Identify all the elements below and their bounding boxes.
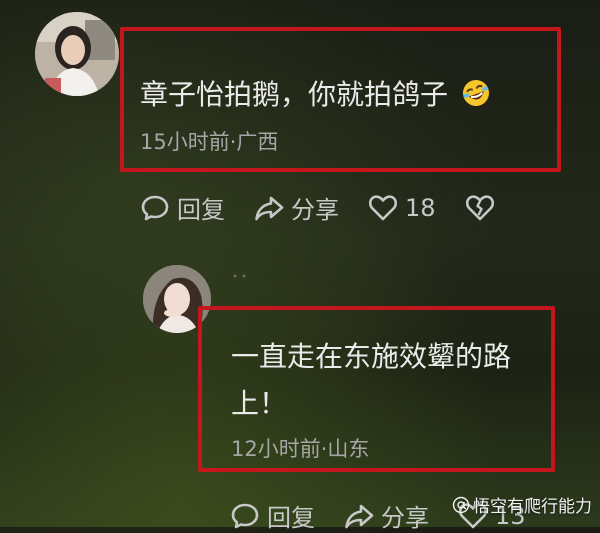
comment-actions: 回复 分享 18 — [139, 190, 524, 225]
comment-content: 章子怡拍鹅，你就拍鸽子 — [140, 78, 449, 111]
share-button[interactable]: 分享 — [253, 190, 339, 225]
like-count: 18 — [405, 193, 436, 222]
comment-text: 一直走在东施效颦的路上！ — [231, 340, 512, 420]
rofl-emoji-icon — [462, 80, 489, 106]
share-label: 分享 — [291, 196, 339, 224]
decoration-dots — [233, 274, 246, 278]
commenter-avatar[interactable] — [35, 12, 119, 96]
broken-heart-icon — [465, 194, 494, 220]
comment-text: 章子怡拍鹅，你就拍鸽子 — [140, 76, 491, 114]
heart-icon — [368, 194, 398, 220]
share-button[interactable]: 分享 — [343, 498, 429, 533]
watermark: 悟空有爬行能力 — [452, 492, 592, 517]
comment-meta: 12小时前·山东 — [231, 437, 370, 461]
reply-button[interactable]: 回复 — [229, 498, 315, 533]
speech-bubble-icon — [141, 195, 169, 220]
dislike-button[interactable] — [464, 192, 496, 224]
share-arrow-icon — [255, 196, 284, 220]
share-label: 分享 — [381, 504, 429, 532]
reply-button[interactable]: 回复 — [139, 190, 225, 225]
comment-meta: 15小时前·广西 — [140, 130, 279, 154]
watermark-text: 悟空有爬行能力 — [473, 497, 592, 517]
at-sign-icon — [452, 496, 470, 513]
reply-label: 回复 — [267, 504, 315, 532]
reply-label: 回复 — [177, 196, 225, 224]
avatar-portrait-image — [35, 12, 119, 96]
like-button[interactable]: 18 — [367, 192, 436, 224]
